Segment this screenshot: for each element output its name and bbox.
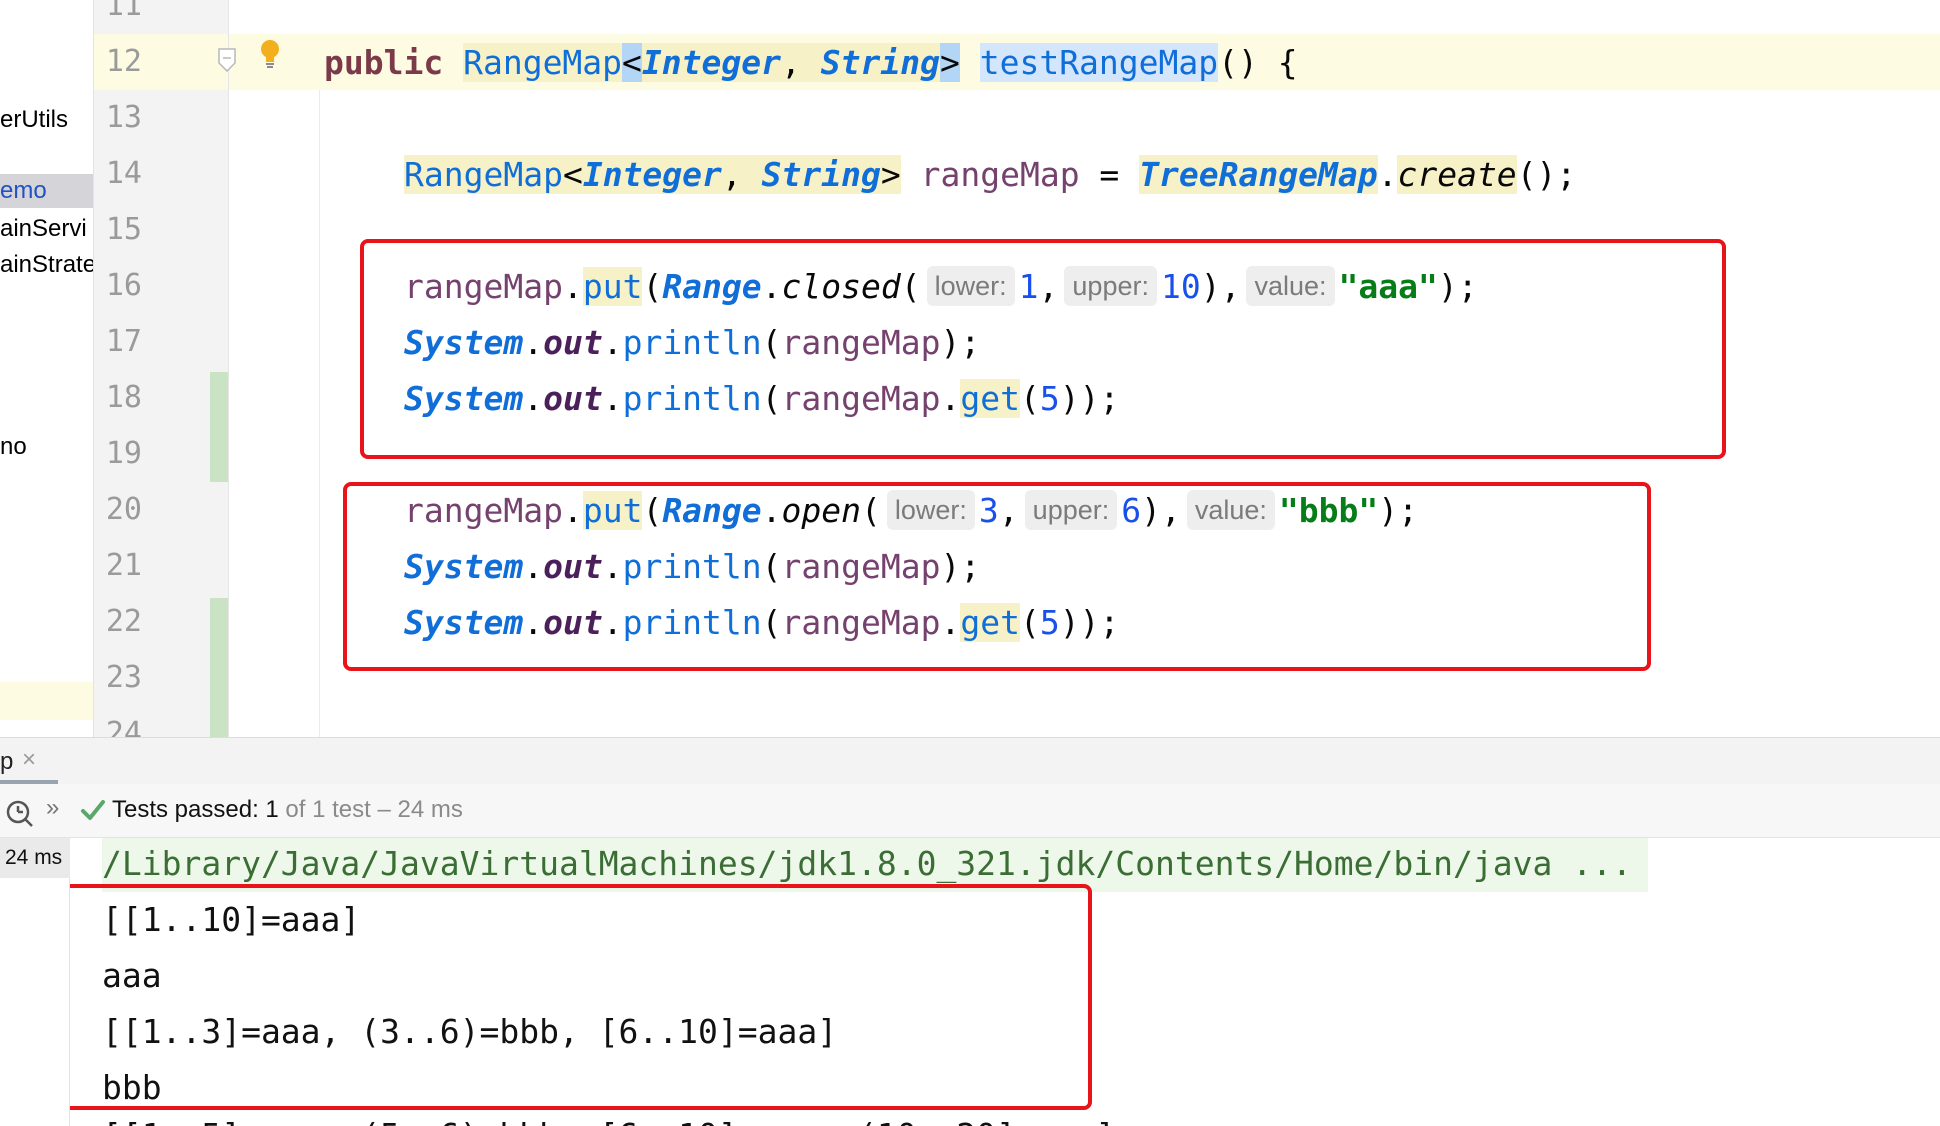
line-number: 18 [105,380,142,415]
test-history-icon[interactable] [5,799,33,827]
project-item[interactable]: ainServi [0,212,93,246]
line-number: 21 [105,548,142,583]
console-line: [[1..5]=ccc, (5..6)=bbb, [6..10]=aaa, (1… [102,1108,1115,1126]
console-output[interactable]: /Library/Java/JavaVirtualMachines/jdk1.8… [70,838,1940,1126]
test-duration: 24 ms [5,846,63,869]
check-icon [81,800,105,820]
lightbulb-icon[interactable] [258,38,282,70]
test-tree-pane[interactable]: 24 ms [0,838,70,1126]
line-number: 22 [105,604,142,639]
line-number: 19 [105,436,142,471]
line-number: 16 [105,268,142,303]
run-toolbar: » Tests passed: 1 of 1 test – 24 ms [0,784,1940,838]
close-icon[interactable]: × [22,746,36,774]
tab-run[interactable]: p × [0,738,58,784]
project-item-selected[interactable]: emo [0,174,93,208]
line-number: 11 [105,0,142,23]
code-line-14[interactable]: RangeMap < Integer, String > rangeMap = Tre… [404,146,1576,202]
line-number: 20 [105,492,142,527]
more-actions-icon[interactable]: » [46,794,59,822]
code-line-12[interactable]: public RangeMap < Integer, String > testRan… [324,34,1298,90]
vcs-change-marker[interactable] [210,598,228,737]
project-item[interactable]: ainStrate [0,248,93,282]
test-status: Tests passed: 1 of 1 test – 24 ms [112,796,463,823]
project-tree-panel[interactable]: erUtils emo ainServi ainStrate no [0,0,93,737]
line-number: 12 [105,44,142,79]
indent-guide [319,90,320,737]
project-item-highlight [0,682,93,720]
line-number: 14 [105,156,142,191]
code-editor[interactable]: erUtils emo ainServi ainStrate no 11 12 … [0,0,1940,737]
annotation-box [70,884,1092,1110]
line-number: 17 [105,324,142,359]
fold-icon[interactable] [218,48,236,72]
gutter-divider [228,0,229,737]
annotation-box [343,482,1651,671]
line-number: 24 [105,716,142,737]
vcs-change-marker[interactable] [210,372,228,482]
line-number: 13 [105,100,142,135]
project-item[interactable]: erUtils [0,103,93,137]
run-tool-tabs: p × [0,737,1940,784]
project-item[interactable]: no [0,430,93,464]
line-number: 23 [105,660,142,695]
annotation-box [360,239,1726,459]
line-number: 15 [105,212,142,247]
